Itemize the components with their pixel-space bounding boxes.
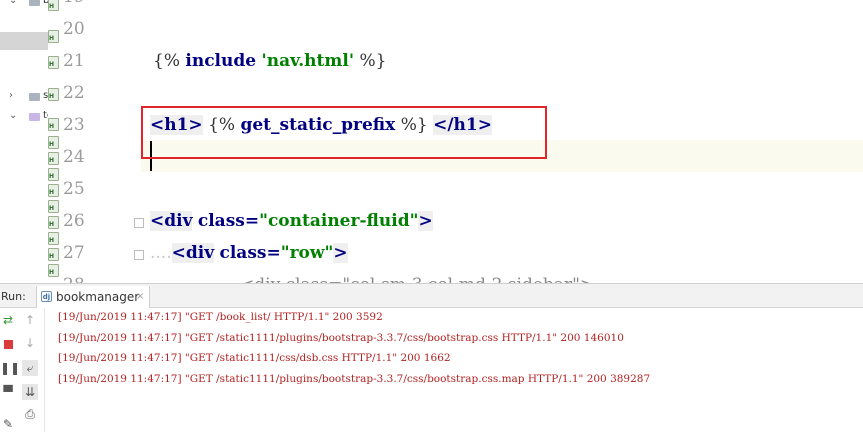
line-number: 26 — [63, 211, 85, 231]
scroll-to-end-icon[interactable]: ⇊ — [22, 384, 38, 400]
html-file-icon: H — [48, 184, 59, 197]
layout-icon[interactable]: ▀ — [0, 384, 16, 400]
toolbar-divider — [44, 308, 45, 432]
django-icon: dj — [41, 291, 52, 302]
html-file-icon: H — [48, 168, 59, 181]
line-number: 24 — [63, 147, 85, 167]
project-tree: ⌄ bo › sta ⌄ ter — [0, 0, 48, 283]
line-number: 27 — [63, 243, 85, 263]
code-line-27[interactable]: ....<div class="row"> — [150, 243, 348, 263]
pin-icon[interactable]: ✎ — [0, 416, 16, 432]
html-file-icon: H — [48, 0, 59, 11]
down-arrow-icon[interactable]: ↓ — [22, 335, 38, 351]
html-file-icon: H — [48, 248, 59, 261]
tree-item-static[interactable]: › sta — [0, 90, 48, 106]
run-console[interactable]: ⇄ ↑ ↓ ❚❚ ⤶ ▀ ⇊ ✎ ⎙ [19/Jun/2019 11:47:17… — [0, 308, 863, 432]
line-number: 20 — [63, 19, 85, 39]
run-panel-header: Run: dj bookmanager × — [0, 283, 863, 308]
html-file-icon: H — [48, 232, 59, 245]
close-icon[interactable]: × — [136, 291, 144, 302]
line-number: 19 — [63, 0, 103, 7]
html-file-icon: H — [48, 136, 59, 149]
chevron-right-icon[interactable]: › — [9, 90, 13, 101]
html-file-icon: H — [48, 200, 59, 213]
tree-selection-highlight — [0, 32, 48, 50]
editor-gutter — [48, 0, 142, 283]
pause-icon[interactable]: ❚❚ — [0, 360, 20, 376]
fold-marker-icon[interactable] — [134, 250, 144, 260]
folder-icon — [29, 113, 40, 121]
run-tab-bookmanager[interactable]: dj bookmanager × — [36, 286, 150, 308]
log-line: [19/Jun/2019 11:47:17] "GET /book_list/ … — [58, 311, 383, 323]
code-line-21[interactable]: {% include 'nav.html' %} — [153, 51, 386, 71]
line-number: 25 — [63, 179, 85, 199]
print-icon[interactable]: ⎙ — [22, 406, 38, 422]
tree-item-templates[interactable]: ⌄ ter — [0, 110, 48, 126]
chevron-down-icon[interactable]: ⌄ — [9, 110, 17, 121]
line-number: 21 — [63, 51, 85, 71]
fold-marker-icon[interactable] — [134, 218, 144, 228]
folder-icon — [29, 0, 40, 6]
stop-icon[interactable] — [0, 337, 16, 353]
folder-icon — [29, 93, 40, 101]
log-line: [19/Jun/2019 11:47:17] "GET /static1111/… — [58, 373, 651, 385]
tree-item-bookmanager[interactable]: ⌄ bo — [0, 0, 48, 11]
log-line: [19/Jun/2019 11:47:17] "GET /static1111/… — [58, 352, 451, 364]
html-file-icon: H — [48, 118, 59, 131]
chevron-down-icon[interactable]: ⌄ — [9, 0, 17, 6]
highlight-annotation-box — [141, 106, 547, 159]
html-file-icon: H — [48, 88, 59, 101]
log-line: [19/Jun/2019 11:47:17] "GET /static1111/… — [58, 332, 624, 344]
html-file-icon: H — [48, 216, 59, 229]
code-line-26[interactable]: <div class="container-fluid"> — [150, 211, 433, 231]
run-label: Run: — [1, 290, 26, 303]
html-file-icon: H — [48, 56, 59, 69]
soft-wrap-icon[interactable]: ⤶ — [22, 360, 38, 376]
up-arrow-icon[interactable]: ↑ — [22, 312, 38, 328]
html-file-icon: H — [48, 30, 59, 43]
rerun-icon[interactable]: ⇄ — [0, 312, 16, 328]
html-file-icon: H — [48, 152, 59, 165]
html-file-icon: H — [48, 264, 59, 277]
line-number: 23 — [63, 115, 85, 135]
line-number: 22 — [63, 83, 85, 103]
